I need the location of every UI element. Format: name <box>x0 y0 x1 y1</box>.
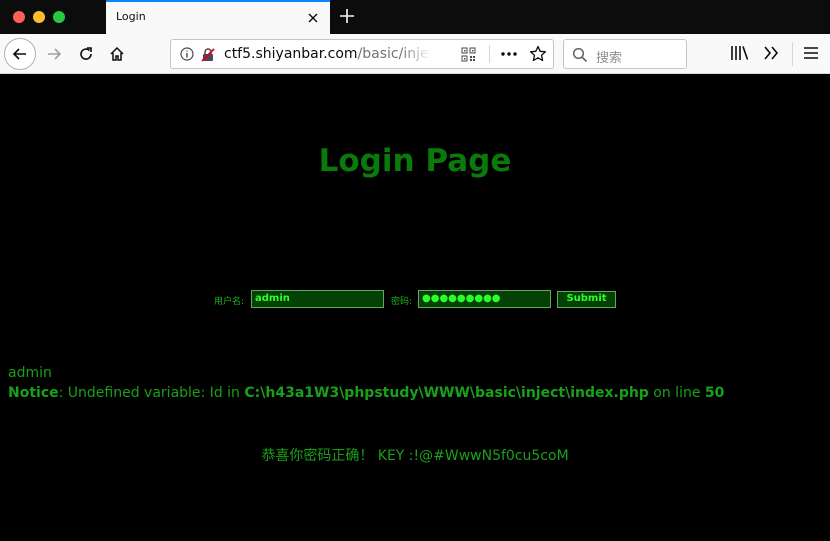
info-icon[interactable] <box>180 47 194 61</box>
forward-button[interactable] <box>38 38 70 70</box>
submit-button[interactable]: Submit <box>557 291 616 308</box>
url-host: ctf5.shiyanbar.com <box>224 46 358 62</box>
navigation-toolbar: ctf5.shiyanbar.com/basic/inject <box>0 34 830 74</box>
password-input[interactable]: ●●●●●●●●● <box>418 290 551 308</box>
toolbar-separator <box>792 42 793 66</box>
overflow-chevron-icon[interactable] <box>762 44 780 62</box>
login-form: 用户名: admin 密码: ●●●●●●●●● Submit <box>0 289 830 309</box>
notice-path: C:\h43a1W3\phpstudy\WWW\basic\inject\ind… <box>244 385 649 401</box>
echoed-username: admin <box>8 365 52 381</box>
address-bar[interactable]: ctf5.shiyanbar.com/basic/inject <box>170 39 554 69</box>
url-text[interactable]: ctf5.shiyanbar.com/basic/inject <box>224 46 430 62</box>
notice-label: Notice <box>8 385 59 401</box>
page-actions-icon[interactable] <box>500 47 518 61</box>
username-input[interactable]: admin <box>251 290 384 308</box>
notice-line-number: 50 <box>704 385 725 401</box>
bookmark-star-icon[interactable] <box>529 45 547 63</box>
notice-text: : Undefined variable: Id in <box>58 385 245 401</box>
reload-icon <box>80 47 92 60</box>
page-title: Login Page <box>318 143 512 179</box>
home-button[interactable] <box>101 38 133 70</box>
close-icon[interactable] <box>306 11 320 25</box>
home-icon <box>110 46 124 61</box>
library-icon[interactable] <box>730 44 750 62</box>
arrow-right-icon <box>48 48 62 60</box>
username-label: 用户名: <box>214 297 245 307</box>
search-icon <box>572 47 588 63</box>
insecure-lock-icon[interactable] <box>200 47 216 63</box>
reload-button[interactable] <box>70 38 102 70</box>
url-separator <box>489 45 490 63</box>
tab-title: Login <box>116 10 146 23</box>
tab-bar: Login <box>0 0 830 34</box>
close-window-button[interactable] <box>13 11 25 23</box>
new-tab-icon[interactable] <box>338 7 356 25</box>
qr-code-icon[interactable] <box>461 47 476 62</box>
password-label: 密码: <box>391 297 413 307</box>
url-fade <box>401 42 431 66</box>
page-content: Login Page 用户名: admin 密码: ●●●●●●●●● Subm… <box>0 75 830 541</box>
minimize-window-button[interactable] <box>33 11 45 23</box>
arrow-left-icon <box>12 48 26 60</box>
notice-line-text: on line <box>648 385 705 401</box>
search-box[interactable]: 搜索 <box>563 39 687 69</box>
hamburger-menu-icon[interactable] <box>802 45 820 61</box>
success-message: 恭喜你密码正确！ KEY :!@#WwwN5f0cu5coM <box>261 448 569 464</box>
back-button[interactable] <box>4 38 36 70</box>
php-notice: Notice: Undefined variable: Id in C:\h43… <box>8 385 724 401</box>
maximize-window-button[interactable] <box>53 11 65 23</box>
tab-login[interactable]: Login <box>106 0 330 34</box>
search-placeholder: 搜索 <box>596 51 623 66</box>
